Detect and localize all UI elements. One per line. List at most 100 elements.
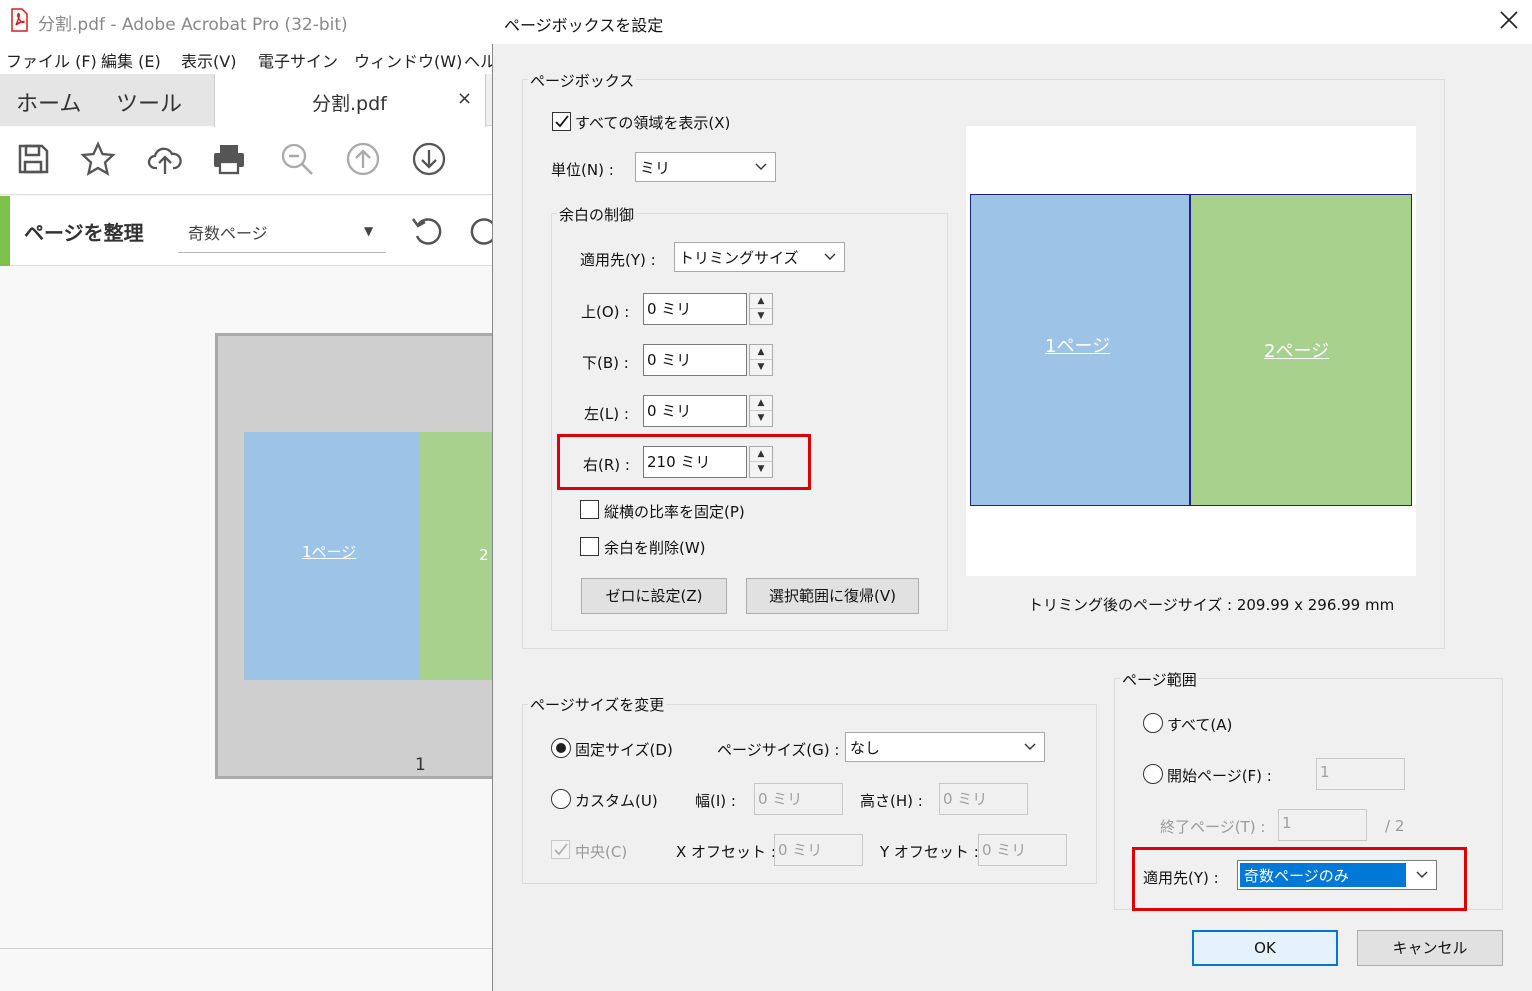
- pagesize-group-title: ページサイズを変更: [528, 694, 667, 715]
- menu-file[interactable]: ファイル (F): [6, 48, 97, 72]
- tab-home[interactable]: ホーム: [16, 86, 81, 118]
- left-margin-spinner[interactable]: ▲ ▼: [749, 395, 773, 427]
- dropdown-arrow-icon: ▼: [364, 224, 374, 238]
- preview-page2-label: 2ページ: [1264, 341, 1330, 362]
- tab-document-label: 分割.pdf: [312, 93, 387, 115]
- lock-ratio-checkbox[interactable]: [580, 500, 599, 519]
- bottom-margin-label: 下(B) :: [582, 354, 629, 372]
- radio-selected-dot: [556, 743, 566, 753]
- left-margin-input[interactable]: 0 ミリ: [643, 395, 747, 427]
- left-margin-label: 左(L) :: [584, 405, 629, 423]
- lock-ratio-label: 縦横の比率を固定(P): [604, 503, 745, 521]
- print-icon[interactable]: [211, 141, 247, 177]
- spin-down-icon[interactable]: ▼: [750, 360, 772, 375]
- from-page-input[interactable]: 1: [1316, 758, 1405, 790]
- page-filter-value: 奇数ページ: [188, 224, 268, 243]
- from-page-label: 開始ページ(F) :: [1167, 767, 1272, 785]
- spin-down-icon[interactable]: ▼: [750, 309, 772, 324]
- thumbnail-page2-label: 2: [479, 546, 489, 564]
- set-zero-button[interactable]: ゼロに設定(Z): [581, 578, 727, 614]
- chevron-down-icon: [824, 253, 836, 260]
- organize-accent: [0, 196, 10, 266]
- dialog-title: ページボックスを設定: [504, 16, 664, 35]
- close-icon[interactable]: [1497, 8, 1521, 32]
- remove-white-checkbox[interactable]: [580, 537, 599, 556]
- y-offset-input[interactable]: 0 ミリ: [978, 834, 1067, 866]
- window-title: 分割.pdf - Adobe Acrobat Pro (32-bit): [38, 15, 348, 35]
- margin-apply-value: トリミングサイズ: [679, 249, 799, 267]
- tab-tools[interactable]: ツール: [116, 86, 182, 118]
- cancel-button[interactable]: キャンセル: [1357, 930, 1503, 966]
- all-pages-radio[interactable]: [1143, 713, 1163, 733]
- bottom-margin-spinner[interactable]: ▲ ▼: [749, 344, 773, 376]
- arrow-down-circle-icon[interactable]: [411, 141, 447, 177]
- top-margin-label: 上(O) :: [581, 303, 630, 321]
- top-margin-spinner[interactable]: ▲ ▼: [749, 293, 773, 325]
- from-page-radio[interactable]: [1143, 764, 1163, 784]
- rotate-left-icon[interactable]: [409, 212, 445, 248]
- pagebox-group-title: ページボックス: [528, 70, 637, 91]
- show-all-checkbox[interactable]: [552, 112, 571, 131]
- cloud-upload-icon[interactable]: [147, 141, 183, 177]
- divider: [0, 948, 493, 949]
- page-size-select[interactable]: なし: [845, 732, 1045, 762]
- spin-up-icon[interactable]: ▲: [750, 294, 772, 309]
- ok-button[interactable]: OK: [1192, 930, 1338, 966]
- width-input[interactable]: 0 ミリ: [754, 783, 843, 815]
- highlight-annotation-apply-to: [1132, 847, 1467, 911]
- height-label: 高さ(H) :: [860, 792, 923, 810]
- checkmark-icon: [554, 843, 568, 856]
- page-size-label: ページサイズ(G) :: [717, 741, 840, 759]
- arrow-up-circle-icon[interactable]: [345, 141, 381, 177]
- close-tab-icon[interactable]: ×: [457, 88, 472, 109]
- height-input[interactable]: 0 ミリ: [939, 783, 1028, 815]
- margin-control-title: 余白の制御: [557, 204, 637, 225]
- to-page-input[interactable]: 1: [1278, 809, 1367, 841]
- highlight-annotation-right-margin: [557, 434, 811, 490]
- center-label: 中央(C): [575, 843, 628, 861]
- custom-size-label: カスタム(U): [575, 792, 658, 810]
- all-pages-label: すべて(A): [1167, 716, 1233, 734]
- margin-apply-label: 適用先(Y) :: [580, 251, 656, 269]
- spin-up-icon[interactable]: ▲: [750, 396, 772, 411]
- spin-down-icon[interactable]: ▼: [750, 411, 772, 426]
- chevron-down-icon: [755, 163, 767, 170]
- total-pages: / 2: [1385, 817, 1405, 835]
- star-icon[interactable]: [80, 141, 116, 177]
- spin-up-icon[interactable]: ▲: [750, 345, 772, 360]
- top-margin-input[interactable]: 0 ミリ: [643, 293, 747, 325]
- margin-apply-select[interactable]: トリミングサイズ: [674, 242, 845, 272]
- menu-edit[interactable]: 編集 (E): [101, 48, 161, 72]
- save-icon[interactable]: [15, 141, 51, 177]
- bottom-margin-input[interactable]: 0 ミリ: [643, 344, 747, 376]
- width-label: 幅(I) :: [695, 792, 736, 810]
- preview-page1-label: 1ページ: [1045, 336, 1111, 357]
- show-all-label: すべての領域を表示(X): [575, 114, 731, 132]
- menu-view[interactable]: 表示(V): [181, 48, 236, 72]
- pagerange-group-title: ページ範囲: [1120, 669, 1199, 690]
- x-offset-input[interactable]: 0 ミリ: [774, 834, 863, 866]
- y-offset-label: Y オフセット :: [880, 843, 979, 861]
- custom-size-radio[interactable]: [551, 789, 571, 809]
- page-size-value: なし: [850, 739, 881, 757]
- thumbnail-page1-label: 1ページ: [302, 543, 357, 561]
- organize-pages-title: ページを整理: [24, 221, 144, 245]
- center-checkbox[interactable]: [551, 840, 570, 859]
- remove-white-label: 余白を削除(W): [604, 539, 706, 557]
- revert-selection-button[interactable]: 選択範囲に復帰(V): [746, 578, 919, 614]
- x-offset-label: X オフセット :: [676, 843, 776, 861]
- chevron-down-icon: [1024, 743, 1036, 750]
- unit-select[interactable]: ミリ: [635, 152, 776, 182]
- zoom-out-icon[interactable]: [279, 141, 315, 177]
- to-page-label: 終了ページ(T) :: [1160, 818, 1266, 836]
- menu-window[interactable]: ウィンドウ(W): [354, 48, 462, 72]
- checkmark-icon: [555, 115, 569, 128]
- fixed-size-label: 固定サイズ(D): [575, 741, 673, 759]
- fixed-size-radio[interactable]: [551, 738, 571, 758]
- cropped-page-size: トリミング後のページサイズ : 209.99 x 296.99 mm: [1028, 596, 1395, 614]
- unit-select-value: ミリ: [640, 159, 671, 177]
- pdf-app-icon: [11, 8, 28, 32]
- thumbnail-page-number: 1: [415, 755, 426, 775]
- unit-label: 単位(N) :: [551, 161, 614, 179]
- menu-esign[interactable]: 電子サイン: [258, 48, 338, 72]
